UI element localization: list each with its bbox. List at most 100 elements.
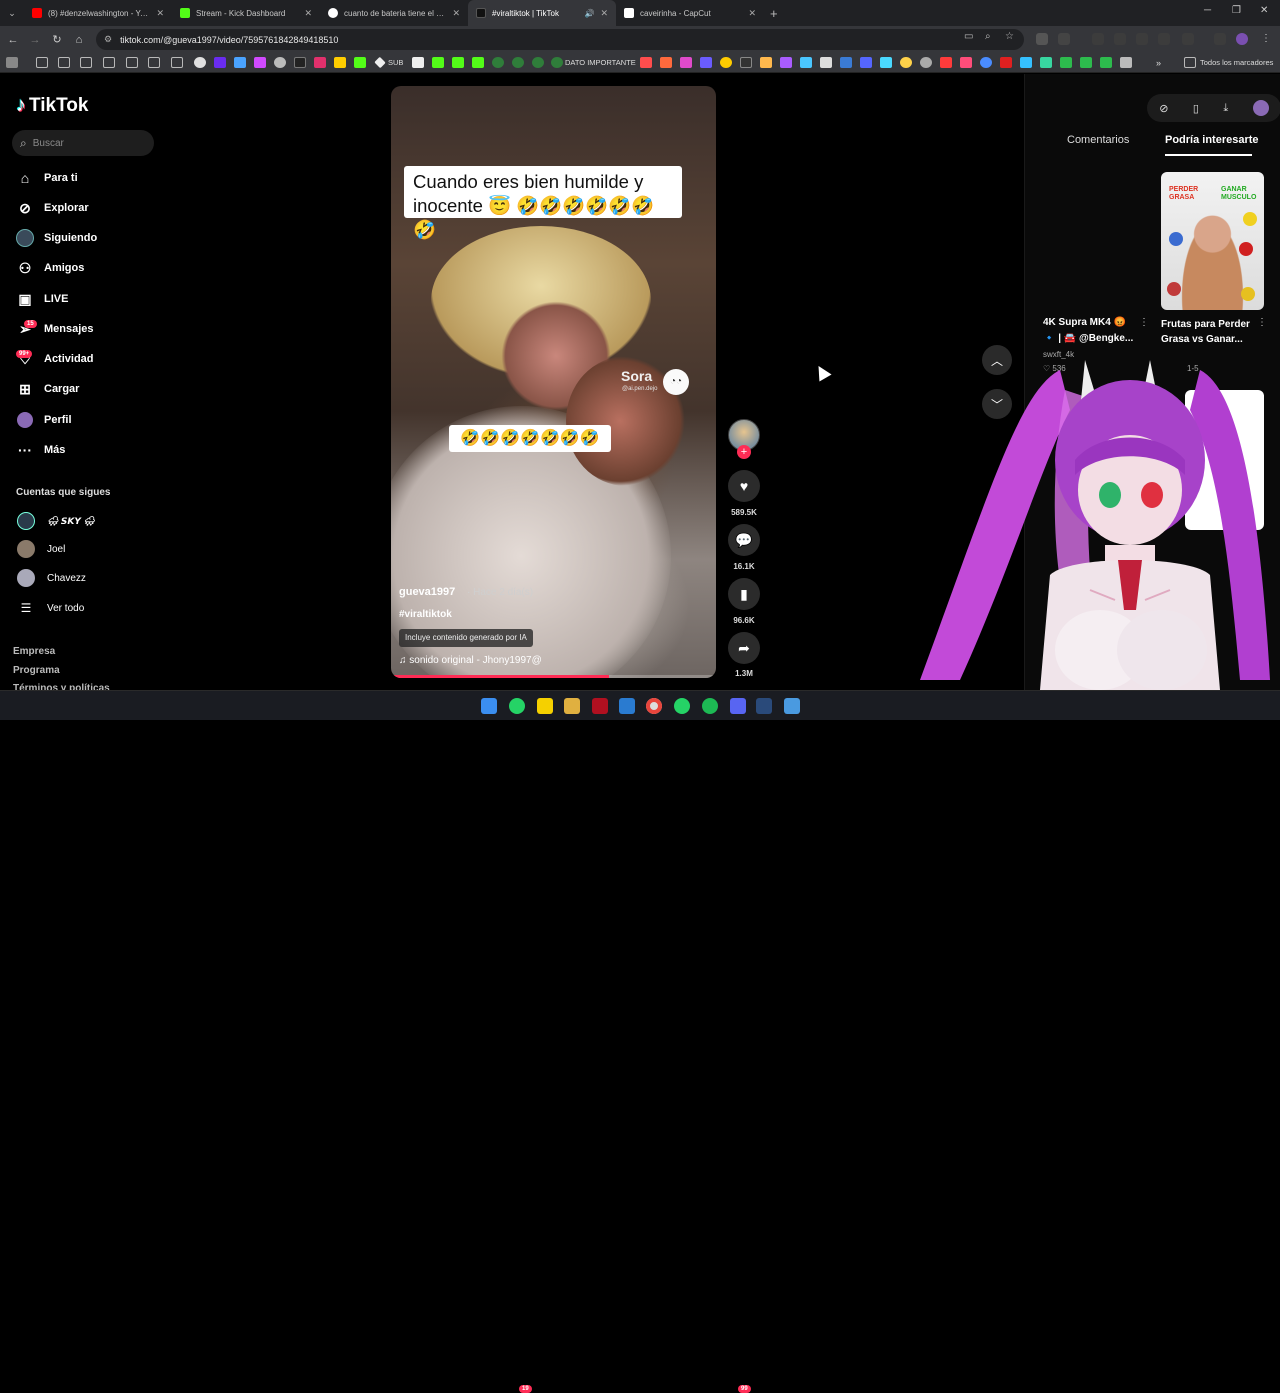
followed-account[interactable]: Chavezz (17, 568, 86, 588)
bookmark-site-icon[interactable] (254, 57, 266, 68)
bookmark-folder-icon[interactable] (36, 57, 48, 68)
suggested-video-subtitle[interactable]: 🔹 | 🚘 @Bengke... (1043, 333, 1133, 344)
bookmark-folder-icon[interactable] (80, 57, 92, 68)
all-bookmarks-label[interactable]: Todos los marcadores (1200, 58, 1273, 67)
bookmark-kick-icon[interactable] (354, 57, 366, 68)
whatsapp-taskbar-icon[interactable] (509, 698, 525, 714)
spotify-icon[interactable] (702, 698, 718, 714)
forward-icon[interactable]: → (24, 34, 46, 46)
bookmark-folder-icon[interactable] (103, 57, 115, 68)
nav-friends[interactable]: ⚇ Amigos (16, 256, 85, 280)
more-options-icon[interactable]: ⋮ (1139, 317, 1149, 328)
bookmark-site-icon[interactable] (700, 57, 712, 68)
bookmark-kick-icon[interactable] (432, 57, 444, 68)
app-icon[interactable] (619, 698, 635, 714)
bookmark-kick-icon[interactable] (472, 57, 484, 68)
nav-explore[interactable]: ⊘ Explorar (16, 196, 89, 220)
close-tab-icon[interactable]: ✕ (748, 8, 756, 19)
bookmark-site-icon[interactable] (640, 57, 652, 68)
suggested-video-title[interactable]: 4K Supra MK4 😡 (1043, 317, 1126, 328)
bookmark-site-icon[interactable] (840, 57, 852, 68)
video-sound[interactable]: ♫ sonido original - Jhony1997@ (399, 655, 542, 666)
extension-icon[interactable] (1036, 33, 1048, 45)
bookmark-site-icon[interactable] (820, 57, 832, 68)
bookmark-site-icon[interactable] (960, 57, 972, 68)
footer-link[interactable]: Términos y políticas (13, 683, 110, 690)
bookmark-site-icon[interactable] (980, 57, 992, 68)
close-tab-icon[interactable]: ✕ (156, 8, 164, 19)
bookmark-label[interactable]: DATO IMPORTANTE (565, 58, 636, 67)
suggested-video-title[interactable]: Frutas para Perder Grasa vs Ganar... (1161, 317, 1255, 347)
app-icon[interactable] (592, 698, 608, 714)
whatsapp-icon[interactable] (674, 698, 690, 714)
close-tab-icon[interactable]: ✕ (304, 8, 312, 19)
browser-tab[interactable]: (8) #denzelwashington - YouTube ✕ (24, 0, 172, 26)
close-tab-icon[interactable]: ✕ (600, 8, 608, 19)
tiktok-logo[interactable]: ♪ TikTok (16, 94, 88, 117)
video-progress-bar[interactable] (391, 675, 716, 678)
bookmark-site-icon[interactable] (920, 57, 932, 68)
bookmark-site-icon[interactable] (760, 57, 772, 68)
profile-avatar-icon[interactable] (1236, 33, 1248, 45)
bookmark-kick-icon[interactable] (452, 57, 464, 68)
bookmark-site-icon[interactable] (194, 57, 206, 68)
bookmark-site-icon[interactable] (800, 57, 812, 68)
steam-icon[interactable] (756, 698, 772, 714)
bookmark-site-icon[interactable] (551, 57, 563, 68)
bookmark-site-icon[interactable] (720, 57, 732, 68)
search-input[interactable] (32, 137, 133, 149)
nav-upload[interactable]: ⊞ Cargar (16, 377, 79, 401)
followed-account[interactable]: 🌨 𝙎𝙆𝙔 🌨 (17, 511, 95, 531)
extension-icon[interactable] (1114, 33, 1126, 45)
all-bookmarks-folder-icon[interactable] (1184, 57, 1196, 68)
like-button[interactable]: ♥ (728, 470, 760, 502)
tab-suggestions[interactable]: Podría interesarte (1165, 134, 1259, 146)
bookmark-site-icon[interactable] (660, 57, 672, 68)
download-icon[interactable]: ⤓ (1223, 102, 1228, 115)
bookmark-folder-icon[interactable] (126, 57, 138, 68)
apps-grid-icon[interactable] (6, 57, 18, 68)
nav-following[interactable]: Siguiendo (16, 226, 97, 250)
start-menu-icon[interactable] (481, 698, 497, 714)
search-box[interactable]: ⌕ (12, 130, 154, 156)
bookmark-site-icon[interactable] (1080, 57, 1092, 68)
comment-button[interactable]: 💬 (728, 524, 760, 556)
browser-tab-active[interactable]: #viraltiktok | TikTok 🔊 ✕ (468, 0, 616, 26)
more-options-icon[interactable]: ⋮ (1257, 317, 1267, 328)
address-bar[interactable]: ⚙ tiktok.com/@gueva1997/video/7595761842… (96, 29, 1024, 50)
bookmark-site-icon[interactable] (900, 57, 912, 68)
nav-for-you[interactable]: ⌂ Para ti (16, 166, 78, 190)
bookmark-site-icon[interactable] (880, 57, 892, 68)
bookmark-folder-icon[interactable] (171, 57, 183, 68)
bookmark-star-icon[interactable]: ☆ (1005, 31, 1014, 42)
bookmark-site-icon[interactable] (940, 57, 952, 68)
bookmark-site-icon[interactable] (1020, 57, 1032, 68)
nav-live[interactable]: ▣ LIVE (16, 287, 68, 311)
bookmark-site-icon[interactable] (334, 57, 346, 68)
download-icon[interactable] (1136, 33, 1148, 45)
bookmark-site-icon[interactable] (1000, 57, 1012, 68)
reload-icon[interactable]: ↻ (46, 33, 68, 46)
tab-search-icon[interactable]: ⌄ (0, 8, 24, 19)
bookmark-site-icon[interactable] (532, 57, 544, 68)
bookmark-site-icon[interactable] (492, 57, 504, 68)
video-hashtag[interactable]: #viraltiktok (399, 609, 452, 620)
followed-account[interactable]: Joel (17, 539, 65, 559)
footer-link[interactable]: Programa (13, 665, 60, 676)
bookmark-label[interactable]: SUB (388, 58, 403, 67)
extensions-puzzle-icon[interactable] (1058, 33, 1070, 45)
bookmark-site-icon[interactable] (1120, 57, 1132, 68)
extension-icon[interactable] (1158, 33, 1170, 45)
phone-icon[interactable]: ▯ (1193, 102, 1199, 115)
zoom-icon[interactable]: ⌕ (985, 31, 991, 42)
footer-link[interactable]: Empresa (13, 646, 55, 657)
close-tab-icon[interactable]: ✕ (452, 8, 460, 19)
bookmark-site-icon[interactable] (412, 57, 424, 68)
bookmark-tiktok-icon[interactable] (294, 57, 306, 68)
bookmark-site-icon[interactable] (274, 57, 286, 68)
video-author[interactable]: gueva1997 (399, 586, 455, 598)
bookmark-site-icon[interactable] (860, 57, 872, 68)
extension-icon[interactable] (1092, 33, 1104, 45)
tab-comments[interactable]: Comentarios (1067, 134, 1129, 146)
more-bookmarks-icon[interactable]: » (1156, 58, 1161, 68)
